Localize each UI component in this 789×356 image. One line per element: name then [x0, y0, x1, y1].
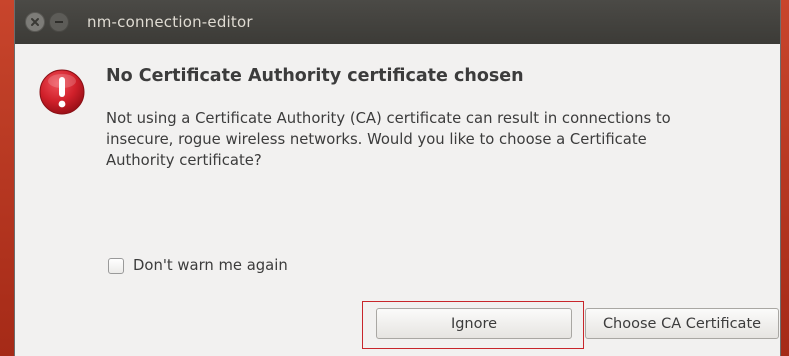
message-line: Authority certificate? [106, 152, 262, 169]
message-line: Not using a Certificate Authority (CA) c… [106, 110, 671, 127]
message-line: insecure, rogue wireless networks. Would… [106, 131, 647, 148]
choose-ca-certificate-button[interactable]: Choose CA Certificate [585, 308, 779, 339]
dialog-heading: No Certificate Authority certificate cho… [106, 66, 524, 86]
window-title: nm-connection-editor [87, 13, 253, 31]
dont-warn-label[interactable]: Don't warn me again [133, 257, 288, 274]
minimize-icon [55, 21, 63, 23]
dialog-window: nm-connection-editor No Certificate Auth… [14, 0, 781, 356]
dont-warn-checkbox-row[interactable]: Don't warn me again [108, 257, 288, 274]
window-close-button[interactable] [25, 12, 45, 32]
window-minimize-button[interactable] [49, 12, 69, 32]
desktop-background-left [0, 0, 14, 356]
close-icon [31, 18, 39, 26]
ignore-button[interactable]: Ignore [376, 308, 572, 339]
title-bar[interactable]: nm-connection-editor [15, 0, 780, 44]
dialog-message: Not using a Certificate Authority (CA) c… [106, 108, 746, 171]
dont-warn-checkbox[interactable] [108, 257, 124, 274]
dialog-content: No Certificate Authority certificate cho… [15, 44, 780, 356]
error-icon [39, 69, 85, 115]
